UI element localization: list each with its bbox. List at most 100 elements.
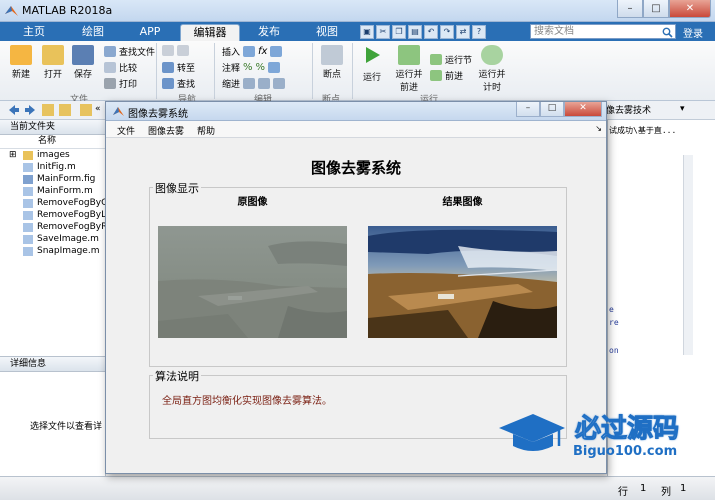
advance-button[interactable]: 前进 xyxy=(430,69,463,82)
open-button[interactable]: 打开 xyxy=(40,45,66,80)
up-folder-icon[interactable] xyxy=(42,104,54,116)
dialog-titlebar[interactable]: 图像去雾系统 – □ ✕ xyxy=(106,102,606,121)
file-icon xyxy=(23,235,33,244)
dock-arrow-icon[interactable]: ↘ xyxy=(595,124,602,133)
login-link[interactable]: 登录 xyxy=(683,25,703,40)
matlab-figure-icon xyxy=(113,107,124,116)
search-input[interactable]: 搜索文档 xyxy=(530,24,676,39)
editor-doc-tab[interactable]: 像去雾技术 xyxy=(606,103,651,116)
insert-button[interactable]: 插入 fx xyxy=(222,45,283,58)
tab-editor[interactable]: 编辑器 xyxy=(180,24,240,41)
wrap-icon xyxy=(268,62,281,73)
outdent-icon xyxy=(258,78,271,89)
menu-file[interactable]: 文件 xyxy=(117,124,135,137)
run-time-button[interactable]: 运行并 计时 xyxy=(476,45,508,93)
file-icon xyxy=(23,223,33,232)
maximize-button[interactable]: □ xyxy=(643,0,669,18)
editor-scrollbar[interactable] xyxy=(683,155,693,355)
find-button[interactable]: 查找 xyxy=(162,77,195,90)
quick-undo-icon[interactable]: ↶ xyxy=(424,25,438,39)
run-icon xyxy=(366,47,380,63)
list-item[interactable]: RemoveFogByL xyxy=(0,209,105,221)
forward-arrow-icon[interactable] xyxy=(24,104,36,116)
find-files-button[interactable]: 查找文件 xyxy=(104,45,155,58)
new-button[interactable]: 新建 xyxy=(8,45,34,80)
breakpoints-icon xyxy=(321,45,343,65)
menu-dehaze[interactable]: 图像去雾 xyxy=(148,124,184,137)
quick-paste-icon[interactable]: ▤ xyxy=(408,25,422,39)
separator xyxy=(214,43,215,99)
list-item[interactable]: MainForm.fig xyxy=(0,173,105,185)
editor-ribbon: 新建 打开 保存 查找文件 比较 打印 文件 转至 查找 导航 插入 fx 注释… xyxy=(0,41,715,105)
percent-split-icon[interactable]: % xyxy=(256,62,266,73)
quick-save-icon[interactable]: ▣ xyxy=(360,25,374,39)
result-image-caption: 结果图像 xyxy=(442,197,483,208)
save-button[interactable]: 保存 xyxy=(70,45,96,80)
tab-dropdown-icon[interactable]: ▾ xyxy=(680,104,685,114)
details-hint: 选择文件以查看详 xyxy=(30,422,103,432)
comment-button[interactable]: 注释 % % xyxy=(222,61,281,74)
path-chevron-icon[interactable]: « xyxy=(95,104,101,114)
list-item[interactable]: ⊞ images xyxy=(0,149,105,161)
current-folder-title: 当前文件夹 xyxy=(0,120,105,135)
tab-publish[interactable]: 发布 xyxy=(244,24,294,41)
run-section-button[interactable]: 运行节 xyxy=(430,53,472,66)
search-icon[interactable] xyxy=(662,27,673,38)
main-titlebar: MATLAB R2018a – □ ✕ xyxy=(0,0,715,22)
dialog-minimize-button[interactable]: – xyxy=(516,102,540,117)
name-column-header[interactable]: 名称 xyxy=(0,135,105,149)
original-image xyxy=(158,226,347,338)
menu-help[interactable]: 帮助 xyxy=(197,124,215,137)
print-button[interactable]: 打印 xyxy=(104,77,137,90)
result-image xyxy=(368,226,557,338)
breakpoints-button[interactable]: 断点 xyxy=(318,45,346,80)
tab-home[interactable]: 主页 xyxy=(13,24,55,41)
tab-view[interactable]: 视图 xyxy=(300,24,354,41)
fx-icon[interactable]: fx xyxy=(258,46,267,57)
code-fragment: e xyxy=(609,305,614,314)
quick-copy-icon[interactable]: ❐ xyxy=(392,25,406,39)
dialog-maximize-button[interactable]: □ xyxy=(540,102,564,117)
list-item[interactable]: SnapImage.m xyxy=(0,245,105,257)
close-button[interactable]: ✕ xyxy=(669,0,711,18)
expand-icon[interactable]: ⊞ xyxy=(9,149,17,161)
indent-icon xyxy=(243,78,256,89)
watermark-site: Biguo100.com xyxy=(573,444,678,459)
indent-button[interactable]: 缩进 xyxy=(222,77,286,90)
file-name: RemoveFogByL xyxy=(37,210,105,220)
watermark-brand: 必过源码 xyxy=(574,414,680,445)
list-item[interactable]: RemoveFogByR xyxy=(0,221,105,233)
quick-redo-icon[interactable]: ↷ xyxy=(440,25,454,39)
run-advance-button[interactable]: 运行并 前进 xyxy=(392,45,426,93)
tab-app[interactable]: APP xyxy=(131,24,169,41)
quick-cut-icon[interactable]: ✂ xyxy=(376,25,390,39)
current-folder-panel: 当前文件夹 名称 ⊞ images InitFig.m MainForm.fig Mai… xyxy=(0,120,106,356)
tab-plots[interactable]: 绘图 xyxy=(72,24,114,41)
nav-back-button[interactable] xyxy=(162,45,189,56)
list-item[interactable]: MainForm.m xyxy=(0,185,105,197)
quick-help-icon[interactable]: ? xyxy=(472,25,486,39)
back-arrow-icon[interactable] xyxy=(8,104,20,116)
status-col-value: 1 xyxy=(680,483,687,494)
compare-button[interactable]: 比较 xyxy=(104,61,137,74)
percent-icon[interactable]: % xyxy=(243,62,253,73)
run-button[interactable]: 运行 xyxy=(358,45,386,83)
status-col-label: 列 xyxy=(661,487,671,498)
file-name: SaveImage.m xyxy=(37,234,99,244)
file-name: SnapImage.m xyxy=(37,246,100,256)
goto-button[interactable]: 转至 xyxy=(162,61,195,74)
list-item[interactable]: SaveImage.m xyxy=(0,233,105,245)
list-item[interactable]: RemoveFogByG xyxy=(0,197,105,209)
list-item[interactable]: InitFig.m xyxy=(0,161,105,173)
file-icon xyxy=(23,211,33,220)
quick-switch-icon[interactable]: ⇄ xyxy=(456,25,470,39)
status-line-value: 1 xyxy=(640,483,647,494)
browse-folder-icon[interactable] xyxy=(59,104,71,116)
watermark: 必过源码 Biguo100.com xyxy=(497,406,707,466)
file-list: ⊞ images InitFig.m MainForm.fig MainForm.m Re… xyxy=(0,149,105,257)
nav-icon xyxy=(162,45,174,56)
dialog-close-button[interactable]: ✕ xyxy=(564,102,602,117)
run-time-icon xyxy=(481,45,503,65)
minimize-button[interactable]: – xyxy=(617,0,643,18)
file-icon xyxy=(23,199,33,208)
